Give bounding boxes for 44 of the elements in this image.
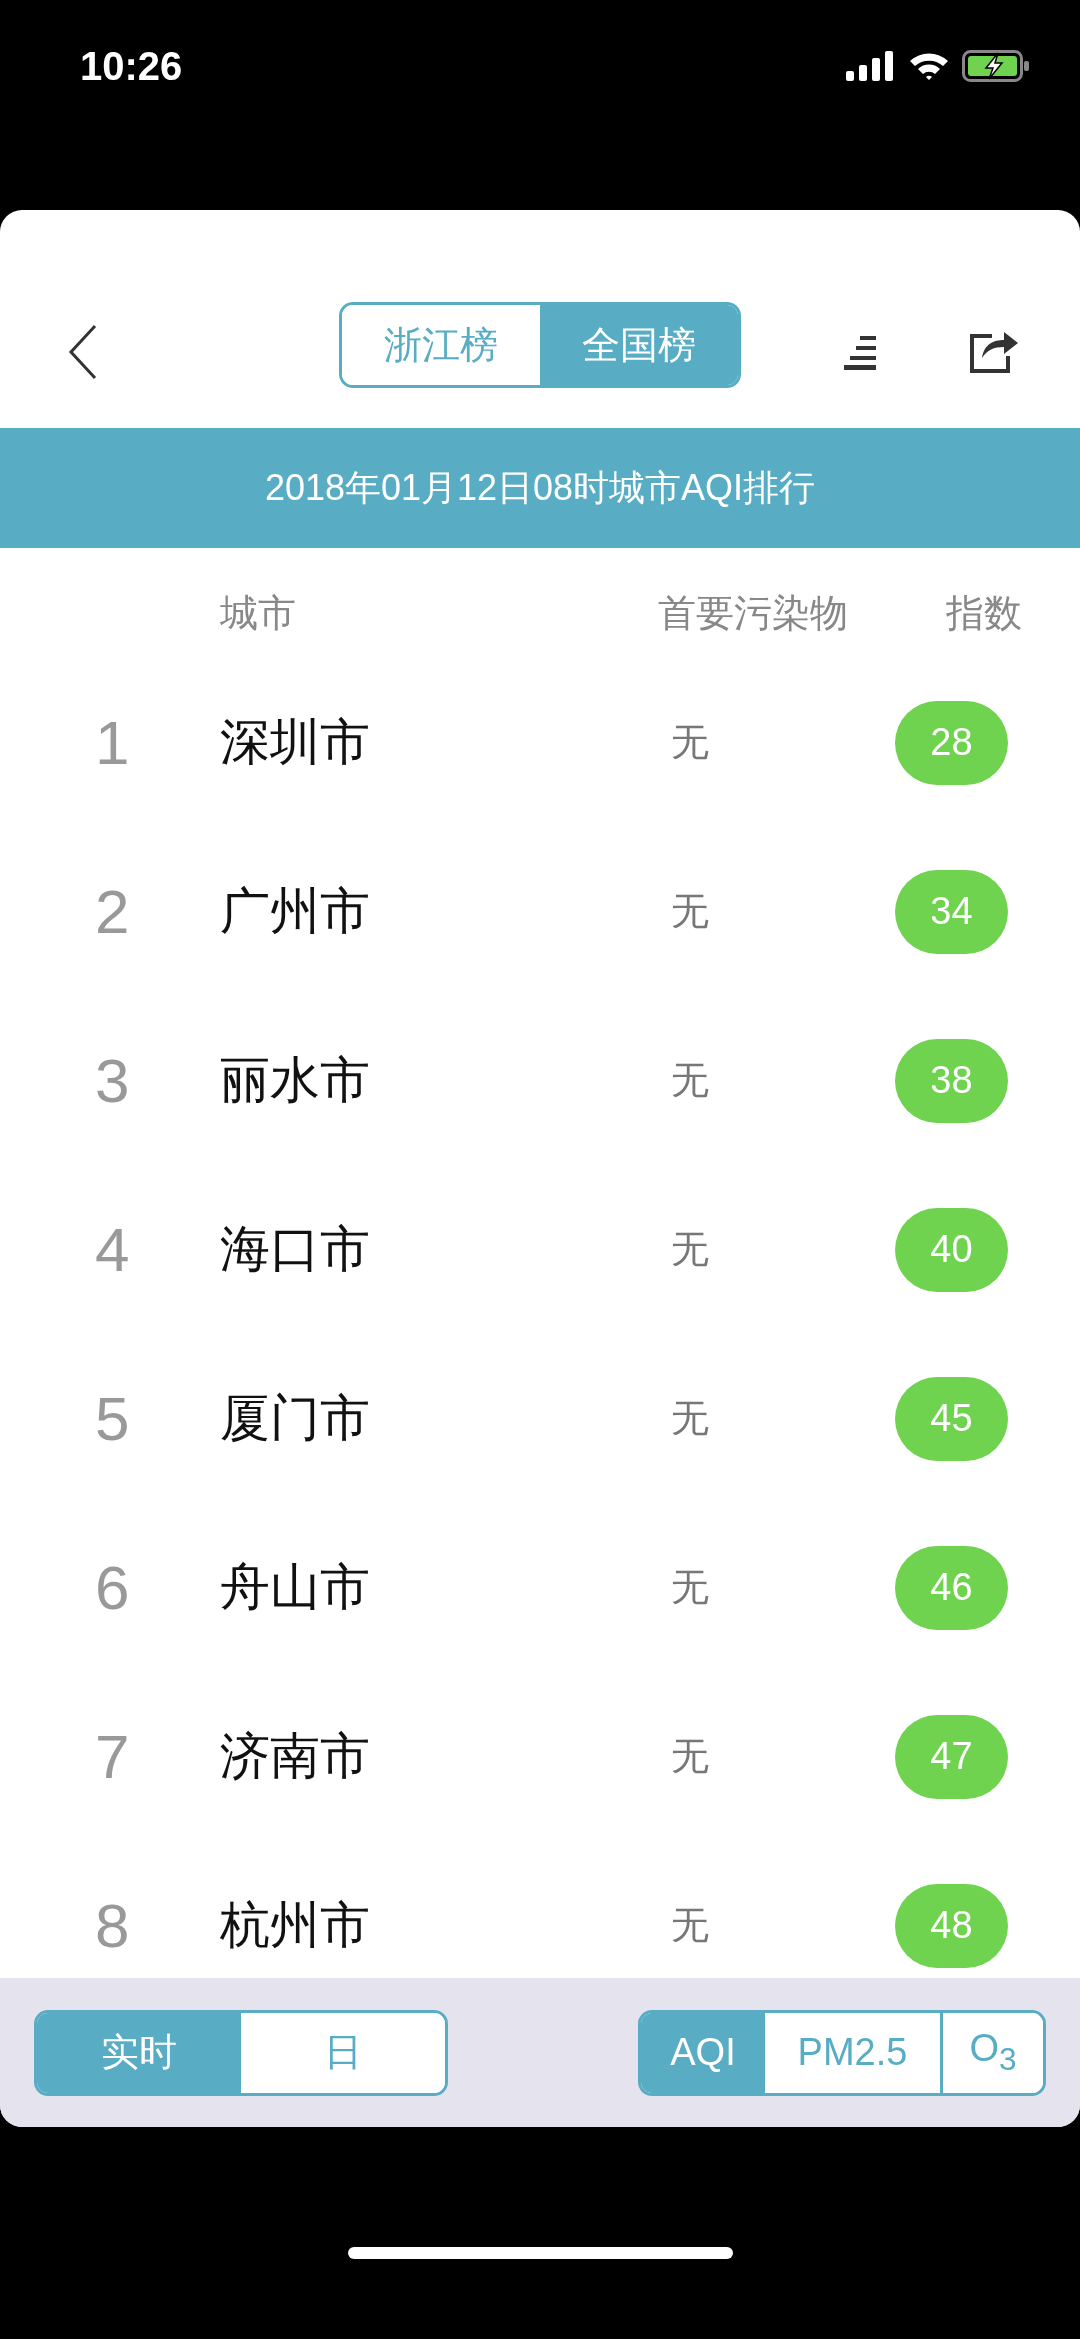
back-icon[interactable] (68, 324, 98, 380)
pollutant-cell-text: 无 (670, 720, 710, 765)
aqi-badge: 47 (895, 1714, 1008, 1799)
signal-icon (846, 51, 896, 81)
column-header: 指数 (946, 590, 1022, 636)
aqi-badge: 48 (895, 1883, 1008, 1968)
status-time: 10:26 (80, 44, 183, 89)
aqi-badge: 34 (895, 869, 1008, 954)
city-name: 厦门市 (220, 1389, 371, 1448)
aqi-badge: 38 (895, 1038, 1008, 1123)
city-name: 舟山市 (220, 1558, 371, 1617)
rank-number: 4 (94, 1214, 131, 1285)
pollutant-cell-text: 无 (670, 1227, 710, 1272)
city-name: 深圳市 (220, 713, 371, 772)
rank-number: 5 (94, 1383, 131, 1454)
rank-number: 8 (94, 1890, 131, 1961)
pollutant-cell-text: 无 (670, 1565, 710, 1610)
pollutant-cell-text: 无 (670, 1396, 710, 1441)
column-header: 城市 (220, 590, 296, 636)
rank-number: 3 (94, 1045, 131, 1116)
rank-number: 6 (94, 1552, 131, 1623)
wifi-icon (908, 51, 950, 81)
rank-number: 2 (94, 876, 131, 947)
city-name: 杭州市 (220, 1896, 371, 1955)
metric-tab[interactable]: AQI (641, 2012, 765, 2093)
battery-icon (962, 50, 1030, 82)
pollutant-cell-text: 无 (670, 1058, 710, 1103)
rank-number: 7 (94, 1721, 131, 1792)
aqi-badge: 45 (895, 1376, 1008, 1461)
city-name: 济南市 (220, 1727, 371, 1786)
banner-title: 2018年01月12日08时城市AQI排行 (264, 465, 816, 510)
rank-number: 1 (94, 707, 131, 778)
city-name: 海口市 (220, 1220, 371, 1279)
aqi-badge: 40 (895, 1207, 1008, 1292)
column-header: 首要污染物 (658, 590, 848, 636)
ranking-tab[interactable]: 全国榜 (540, 305, 738, 385)
pollutant-cell-text: 无 (670, 1903, 710, 1948)
aqi-badge: 28 (895, 700, 1008, 785)
city-name: 丽水市 (220, 1051, 371, 1110)
aqi-badge: 46 (895, 1545, 1008, 1630)
city-name: 广州市 (220, 882, 371, 941)
period-tab[interactable]: 实时 (37, 2012, 241, 2093)
pollutant-cell-text: 无 (670, 889, 710, 934)
pollutant-cell-text: 无 (670, 1734, 710, 1779)
